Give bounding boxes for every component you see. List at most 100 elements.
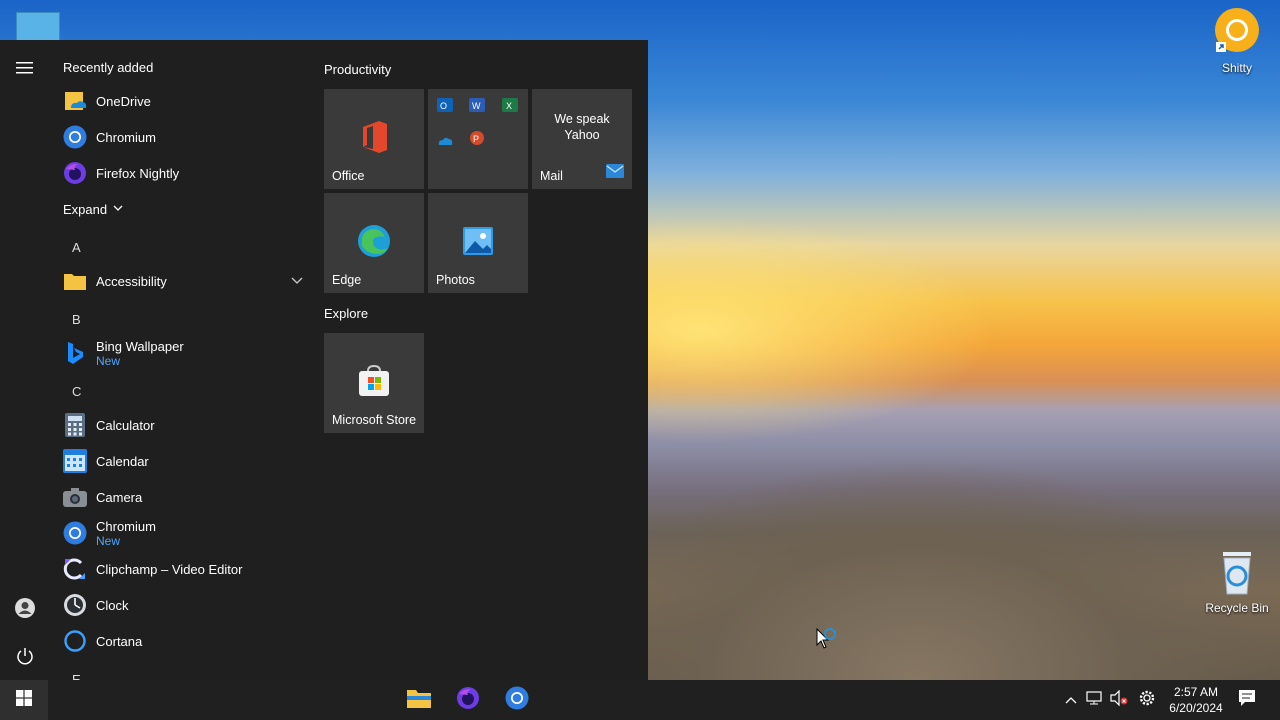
app-label: Clock [96, 597, 129, 613]
letter-header-a[interactable]: A [72, 240, 81, 255]
app-label: Clipchamp – Video Editor [96, 561, 243, 577]
desktop-icon-label: Shitty [1221, 61, 1252, 75]
app-clipchamp[interactable]: Clipchamp – Video Editor [63, 552, 303, 586]
desktop-icon-shitty[interactable]: Shitty [1207, 6, 1267, 75]
network-status-button[interactable] [1084, 680, 1106, 720]
new-badge: New [96, 533, 121, 548]
onedrive-folder-icon [63, 89, 87, 113]
app-label: Calendar [96, 453, 149, 469]
app-label: Camera [96, 489, 143, 505]
tile-photos[interactable]: Photos [428, 193, 528, 293]
app-calculator[interactable]: Calculator [63, 408, 303, 442]
chromium-icon [505, 686, 529, 715]
svg-text:W: W [472, 101, 481, 111]
power-icon[interactable] [13, 644, 37, 668]
calculator-icon [63, 413, 87, 437]
clipchamp-icon [63, 557, 87, 581]
taskbar-firefox-nightly[interactable] [444, 680, 492, 720]
mail-icon [606, 164, 624, 183]
app-accessibility-folder[interactable]: Accessibility [63, 264, 303, 298]
svg-text:P: P [473, 134, 479, 144]
tile-mail[interactable]: We speak Yahoo Mail [532, 89, 632, 189]
chromium-icon [63, 521, 87, 545]
taskbar: 2:57 AM 6/20/2024 [0, 680, 1280, 720]
cortana-icon [63, 629, 87, 653]
start-rail [0, 40, 50, 680]
firefox-nightly-icon [456, 686, 480, 715]
tile-label: Office [332, 169, 365, 183]
chromium-canary-shortcut-icon [1207, 6, 1267, 59]
windows-logo-icon [16, 689, 32, 711]
tile-edge[interactable]: Edge [324, 193, 424, 293]
desktop-icon-label: Recycle Bin [1205, 601, 1269, 615]
gear-icon [1138, 689, 1156, 712]
user-account-icon[interactable] [13, 596, 37, 620]
clock-button[interactable]: 2:57 AM 6/20/2024 [1164, 680, 1228, 720]
notification-icon [1238, 689, 1256, 712]
bing-icon [63, 341, 87, 365]
tile-microsoft-store[interactable]: Microsoft Store [324, 333, 424, 433]
desktop-window-thumb [16, 12, 60, 42]
action-center-button[interactable] [1232, 680, 1262, 720]
app-firefox-nightly[interactable]: Firefox Nightly [63, 156, 303, 190]
folder-icon [63, 269, 87, 293]
outlook-icon: O [437, 98, 453, 117]
clock-date: 6/20/2024 [1169, 701, 1223, 715]
clock-time: 2:57 AM [1173, 685, 1219, 699]
taskbar-chromium[interactable] [493, 680, 541, 720]
chevron-down-icon [291, 272, 303, 290]
hamburger-menu-icon[interactable] [13, 56, 37, 80]
chevron-down-icon [113, 200, 123, 218]
tile-label: Microsoft Store [332, 413, 417, 427]
volume-button[interactable] [1108, 680, 1130, 720]
chromium-icon [63, 125, 87, 149]
start-button[interactable] [0, 680, 48, 720]
clock-icon [63, 593, 87, 617]
start-menu: Recently added OneDrive Chromium Firefox… [0, 40, 648, 680]
app-chromium-new[interactable]: Chromium New [63, 516, 303, 550]
tile-label: Mail [540, 169, 563, 183]
app-camera[interactable]: Camera [63, 480, 303, 514]
network-icon [1086, 690, 1104, 711]
show-hidden-icons-button[interactable] [1060, 680, 1082, 720]
recently-added-header: Recently added [63, 60, 154, 75]
letter-header-b[interactable]: B [72, 312, 81, 327]
tile-label: Photos [436, 273, 475, 287]
app-label: OneDrive [96, 93, 151, 109]
desktop-icon-recycle-bin[interactable]: Recycle Bin [1203, 550, 1271, 615]
expand-label: Expand [63, 201, 108, 217]
firefox-nightly-icon [63, 161, 87, 185]
onedrive-icon [437, 133, 453, 151]
letter-header-e[interactable]: E [72, 672, 81, 680]
recycle-bin-icon [1203, 550, 1271, 599]
app-calendar[interactable]: Calendar [63, 444, 303, 478]
app-bing-wallpaper[interactable]: Bing Wallpaper New [63, 336, 303, 370]
letter-header-c[interactable]: C [72, 384, 81, 399]
settings-button[interactable] [1135, 680, 1159, 720]
mouse-cursor [816, 627, 836, 655]
app-chromium[interactable]: Chromium [63, 120, 303, 154]
chevron-up-icon [1065, 691, 1077, 709]
app-label: Chromium [96, 129, 156, 145]
taskbar-file-explorer[interactable] [395, 680, 443, 720]
tile-office-apps[interactable]: O W X P [428, 89, 528, 189]
app-list: Recently added OneDrive Chromium Firefox… [50, 40, 312, 680]
app-label: Cortana [96, 633, 143, 649]
excel-icon: X [502, 98, 518, 117]
tile-office[interactable]: Office [324, 89, 424, 189]
powerpoint-icon: P [469, 131, 485, 150]
wallpaper-rock [648, 440, 1280, 680]
svg-text:O: O [440, 101, 447, 111]
group-header-productivity: Productivity [324, 62, 392, 77]
app-label: Accessibility [96, 273, 167, 289]
word-icon: W [469, 98, 485, 117]
app-clock[interactable]: Clock [63, 588, 303, 622]
tiles-area: Productivity Office O W X P We speak Yah… [324, 40, 648, 680]
app-onedrive[interactable]: OneDrive [63, 84, 303, 118]
mail-tile-text: We speak Yahoo [554, 112, 610, 142]
app-cortana[interactable]: Cortana [63, 624, 303, 658]
app-label: Chromium [96, 518, 156, 534]
svg-text:X: X [506, 101, 512, 111]
expand-button[interactable]: Expand [63, 192, 303, 226]
app-label: Bing Wallpaper [96, 338, 184, 354]
